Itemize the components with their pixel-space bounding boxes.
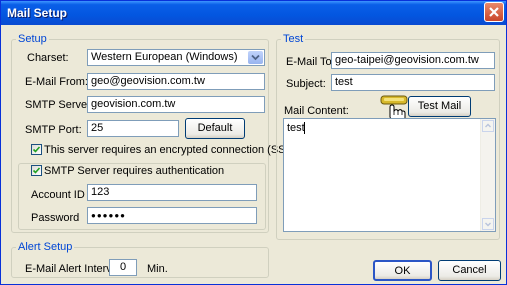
content-scrollbar[interactable] [480,119,495,231]
charset-value: Western European (Windows) [91,51,238,63]
from-field[interactable]: geo@geovision.com.tw [87,73,265,90]
interval-field[interactable]: 0 [109,259,137,276]
mail-content-value: test [287,122,305,134]
test-mail-button[interactable]: Test Mail [408,96,471,117]
charset-dropdown-button[interactable] [248,51,263,64]
setup-legend: Setup [18,33,47,45]
hand-pointer-icon [379,93,409,121]
default-button[interactable]: Default [185,118,245,139]
check-icon [32,146,41,153]
chevron-down-icon [251,54,260,61]
account-field[interactable]: 123 [87,184,257,201]
mail-content-textarea[interactable]: test [283,118,496,232]
auth-label[interactable]: SMTP Server requires authentication [44,165,228,177]
smtp-value: geovision.com.tw [91,98,176,110]
from-label: E-Mail From: [25,76,88,88]
cancel-button[interactable]: Cancel [438,260,501,281]
mail-setup-window: Mail Setup Setup Charset: Western Europe… [0,0,507,285]
from-value: geo@geovision.com.tw [91,75,205,87]
chevron-up-icon [485,123,491,128]
check-icon [32,167,41,174]
to-field[interactable]: geo-taipei@geovision.com.tw [331,52,495,69]
alert-legend: Alert Setup [18,241,73,253]
account-value: 123 [91,186,110,198]
interval-unit: Min. [147,263,168,275]
to-label: E-Mail To: [286,56,335,68]
smtp-field[interactable]: geovision.com.tw [87,96,265,113]
chevron-down-icon [485,222,491,227]
port-field[interactable]: 25 [87,120,179,137]
charset-label: Charset: [27,52,69,64]
text-caret [304,122,305,134]
scroll-up-button[interactable] [482,120,494,132]
ssl-label[interactable]: This server requires an encrypted connec… [44,144,295,156]
ok-button[interactable]: OK [373,260,432,281]
content-label: Mail Content: [284,105,349,117]
port-label: SMTP Port: [25,124,82,136]
subject-value: test [335,76,353,88]
scroll-down-button[interactable] [482,218,494,230]
charset-select[interactable]: Western European (Windows) [87,49,265,66]
password-value: ●●●●●● [91,211,126,220]
interval-value: 0 [119,261,127,273]
close-button[interactable] [484,2,504,22]
smtp-label: SMTP Server: [25,99,94,111]
close-icon [489,7,499,17]
window-title: Mail Setup [7,6,68,20]
test-legend: Test [283,33,304,45]
subject-field[interactable]: test [331,74,495,91]
password-label: Password [31,212,80,224]
auth-checkbox[interactable] [31,165,42,176]
password-field[interactable]: ●●●●●● [87,207,257,224]
account-label: Account ID [31,189,85,201]
to-value: geo-taipei@geovision.com.tw [335,54,479,66]
subject-label: Subject: [286,78,326,90]
title-bar[interactable]: Mail Setup [1,1,506,25]
port-value: 25 [91,122,104,134]
ssl-checkbox[interactable] [31,144,42,155]
